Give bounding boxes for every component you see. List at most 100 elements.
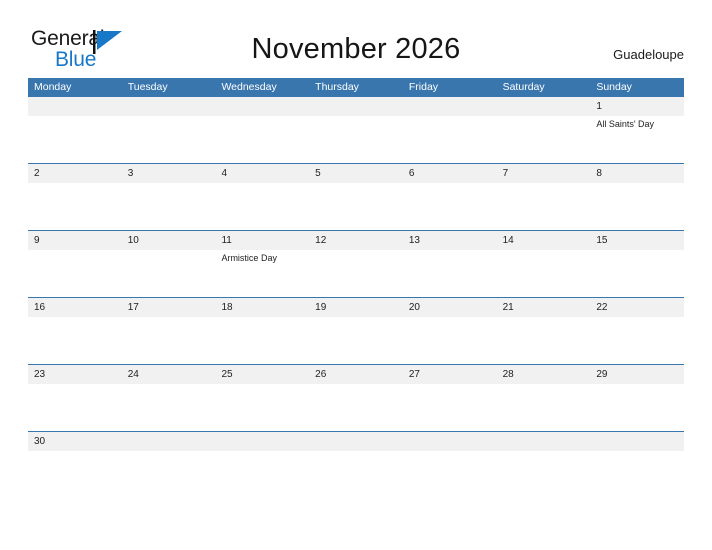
day-number[interactable]: 12 [309,231,403,250]
day-event[interactable] [497,183,591,231]
day-number[interactable]: 30 [28,432,122,451]
weekday-header-row: Monday Tuesday Wednesday Thursday Friday… [28,78,684,96]
week-day-number-band: 16 17 18 19 20 21 22 [28,298,684,317]
day-number[interactable]: 27 [403,365,497,384]
week-row: 16 17 18 19 20 21 22 [28,297,684,365]
week-row: 23 24 25 26 27 28 29 [28,364,684,432]
day-number[interactable] [497,97,591,116]
day-number[interactable]: 21 [497,298,591,317]
day-event[interactable] [122,451,216,462]
day-event[interactable]: All Saints' Day [590,116,684,164]
day-number[interactable]: 4 [215,164,309,183]
week-row: 2 3 4 5 6 7 8 [28,163,684,231]
day-number[interactable]: 14 [497,231,591,250]
day-number[interactable]: 9 [28,231,122,250]
day-event[interactable] [497,384,591,432]
day-number[interactable] [28,97,122,116]
day-event[interactable] [309,451,403,462]
day-event[interactable] [590,183,684,231]
day-number[interactable]: 28 [497,365,591,384]
weekday-header-monday: Monday [34,81,72,93]
week-day-number-band: 23 24 25 26 27 28 29 [28,365,684,384]
day-event[interactable] [403,250,497,298]
day-number[interactable]: 2 [28,164,122,183]
day-event[interactable] [590,384,684,432]
day-event[interactable]: Armistice Day [215,250,309,298]
day-number[interactable]: 23 [28,365,122,384]
week-day-content-band: All Saints' Day [28,116,684,164]
day-number[interactable]: 26 [309,365,403,384]
day-number[interactable]: 25 [215,365,309,384]
day-number[interactable] [309,432,403,451]
day-number[interactable] [403,432,497,451]
weekday-header-thursday: Thursday [315,81,359,93]
day-number[interactable] [215,97,309,116]
day-number[interactable]: 13 [403,231,497,250]
day-event[interactable] [122,317,216,365]
day-number[interactable]: 6 [403,164,497,183]
weekday-header-wednesday: Wednesday [221,81,277,93]
week-row: 30 [28,431,684,462]
day-number[interactable]: 3 [122,164,216,183]
day-number[interactable]: 1 [590,97,684,116]
day-event[interactable] [403,116,497,164]
day-event[interactable] [309,317,403,365]
day-number[interactable]: 18 [215,298,309,317]
day-number[interactable]: 19 [309,298,403,317]
day-event[interactable] [28,317,122,365]
day-event[interactable] [28,451,122,462]
day-number[interactable]: 10 [122,231,216,250]
day-number[interactable] [497,432,591,451]
day-event[interactable] [122,250,216,298]
day-number[interactable] [215,432,309,451]
day-event[interactable] [497,250,591,298]
day-number[interactable]: 15 [590,231,684,250]
day-event[interactable] [215,116,309,164]
day-number[interactable]: 16 [28,298,122,317]
day-event[interactable] [122,183,216,231]
day-event[interactable] [122,116,216,164]
day-event[interactable] [403,183,497,231]
day-number[interactable]: 8 [590,164,684,183]
week-day-content-band [28,451,684,462]
day-event[interactable] [28,384,122,432]
day-number[interactable] [309,97,403,116]
day-number[interactable]: 11 [215,231,309,250]
day-number[interactable]: 5 [309,164,403,183]
day-event[interactable] [403,317,497,365]
day-event[interactable] [122,384,216,432]
day-event[interactable] [215,384,309,432]
day-number[interactable]: 7 [497,164,591,183]
day-event[interactable] [309,183,403,231]
day-number[interactable] [403,97,497,116]
day-number[interactable]: 22 [590,298,684,317]
day-event[interactable] [28,183,122,231]
day-number[interactable] [122,432,216,451]
week-row: 1 All Saints' Day [28,96,684,164]
day-event[interactable] [215,183,309,231]
day-event[interactable] [403,451,497,462]
day-event[interactable] [215,451,309,462]
day-event[interactable] [309,384,403,432]
week-day-number-band: 9 10 11 12 13 14 15 [28,231,684,250]
day-number[interactable]: 29 [590,365,684,384]
day-number[interactable] [590,432,684,451]
day-number[interactable]: 20 [403,298,497,317]
day-number[interactable]: 24 [122,365,216,384]
day-number[interactable]: 17 [122,298,216,317]
week-day-content-band [28,384,684,432]
day-event[interactable] [215,317,309,365]
day-event[interactable] [28,250,122,298]
day-number[interactable] [122,97,216,116]
day-event[interactable] [497,451,591,462]
day-event[interactable] [309,116,403,164]
day-event[interactable] [590,451,684,462]
day-event[interactable] [590,250,684,298]
weekday-header-friday: Friday [408,81,439,93]
day-event[interactable] [403,384,497,432]
day-event[interactable] [497,317,591,365]
day-event[interactable] [28,116,122,164]
day-event[interactable] [497,116,591,164]
day-event[interactable] [590,317,684,365]
day-event[interactable] [309,250,403,298]
